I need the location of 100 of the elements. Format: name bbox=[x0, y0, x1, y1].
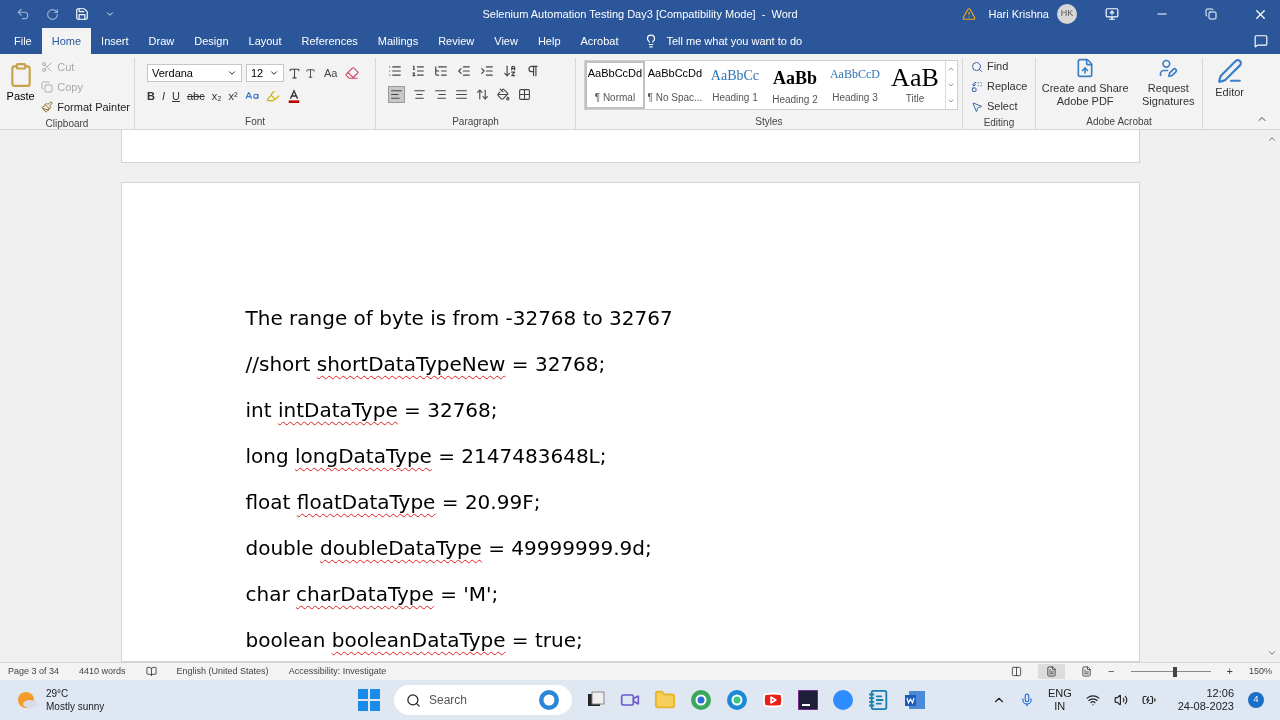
paintbrush-icon[interactable] bbox=[41, 101, 54, 113]
ribbon-tab[interactable]: Draw bbox=[138, 28, 185, 54]
notepad-icon[interactable] bbox=[868, 689, 890, 711]
replace-icon[interactable] bbox=[970, 80, 983, 93]
style-item[interactable]: AaBbCcDd ¶ No Spac... bbox=[644, 61, 705, 109]
ribbon-display-icon[interactable] bbox=[1105, 7, 1119, 21]
ribbon-tab[interactable]: Help bbox=[527, 28, 571, 54]
shrink-font-icon[interactable] bbox=[305, 67, 316, 79]
tell-me-field[interactable]: Tell me what you want to do bbox=[666, 32, 803, 50]
zoom-slider[interactable] bbox=[1130, 666, 1211, 677]
ribbon-tab[interactable]: Design bbox=[184, 28, 239, 54]
document-upload-icon[interactable] bbox=[1075, 58, 1096, 78]
format-button[interactable]: B bbox=[147, 88, 155, 105]
notification-badge[interactable]: 4 bbox=[1248, 692, 1264, 708]
scroll-up-icon[interactable] bbox=[947, 65, 956, 73]
numbering-icon[interactable] bbox=[411, 64, 426, 78]
scroll-down-icon[interactable] bbox=[947, 81, 956, 89]
browser-icon[interactable] bbox=[726, 689, 748, 711]
redo-icon[interactable] bbox=[46, 7, 59, 21]
clock-time[interactable]: 12:06 bbox=[1206, 687, 1234, 700]
start-icon[interactable] bbox=[358, 689, 380, 711]
more-styles-icon[interactable] bbox=[947, 97, 956, 105]
ribbon-tab[interactable]: Home bbox=[41, 28, 92, 54]
zoom-in-button[interactable]: + bbox=[1226, 663, 1233, 680]
align-right-icon[interactable] bbox=[434, 88, 448, 101]
font-name-field[interactable]: Verdana bbox=[147, 64, 242, 82]
pen-icon[interactable] bbox=[1216, 58, 1243, 84]
restore-icon[interactable] bbox=[1205, 8, 1217, 20]
style-item[interactable]: AaBb Heading 2 bbox=[764, 61, 825, 109]
web-layout-icon[interactable] bbox=[1081, 666, 1093, 677]
style-item[interactable]: AaBbCc Heading 1 bbox=[704, 61, 765, 109]
print-layout-button[interactable] bbox=[1038, 664, 1066, 679]
style-item[interactable]: AaBbCcDd ¶ Normal bbox=[584, 61, 645, 109]
sort-icon[interactable] bbox=[503, 64, 518, 78]
ribbon-tab[interactable]: References bbox=[291, 28, 368, 54]
ide-icon[interactable] bbox=[798, 690, 818, 710]
read-mode-icon[interactable] bbox=[1011, 666, 1023, 677]
zoom-out-button[interactable]: − bbox=[1108, 663, 1115, 680]
acrobat-button[interactable]: Create and Share Adobe PDF bbox=[1039, 58, 1131, 113]
clock-date[interactable]: 24-08-2023 bbox=[1177, 700, 1234, 713]
editing-button[interactable]: Select bbox=[970, 98, 1028, 115]
ribbon-tab[interactable]: View bbox=[484, 28, 528, 54]
word-icon[interactable] bbox=[904, 689, 926, 711]
search-icon[interactable] bbox=[406, 692, 421, 708]
browser-icon[interactable] bbox=[690, 689, 712, 711]
word-count[interactable]: 4410 words bbox=[79, 664, 126, 679]
format-button[interactable]: U bbox=[172, 88, 180, 105]
ribbon-tab[interactable]: Mailings bbox=[367, 28, 429, 54]
style-item[interactable]: AaBbCcD Heading 3 bbox=[824, 61, 885, 109]
format-button[interactable]: x² bbox=[228, 88, 238, 105]
save-icon[interactable] bbox=[75, 7, 89, 21]
acrobat-button[interactable]: Request Signatures bbox=[1138, 58, 1199, 113]
ribbon-tab[interactable]: Review bbox=[428, 28, 485, 54]
font-color-icon[interactable] bbox=[286, 89, 301, 104]
ribbon-tab[interactable]: File bbox=[4, 28, 42, 54]
wifi-icon[interactable] bbox=[1085, 693, 1100, 707]
clipboard-button[interactable]: Format Painter bbox=[41, 98, 130, 116]
comments-icon[interactable] bbox=[1254, 34, 1268, 48]
volume-icon[interactable] bbox=[1113, 693, 1128, 707]
pilcrow-icon[interactable] bbox=[526, 64, 541, 78]
font-size-field[interactable]: 12 bbox=[246, 64, 284, 82]
cursor-icon[interactable] bbox=[970, 100, 983, 113]
shading-icon[interactable] bbox=[497, 88, 511, 101]
editing-button[interactable]: Find bbox=[970, 58, 1028, 75]
scroll-down-icon[interactable] bbox=[1267, 648, 1277, 658]
format-button[interactable]: abc bbox=[186, 88, 205, 105]
microphone-icon[interactable] bbox=[1019, 693, 1034, 707]
increase-indent-icon[interactable] bbox=[480, 64, 495, 78]
editor-button[interactable]: Editor bbox=[1215, 58, 1244, 101]
accessibility-status[interactable]: Accessibility: Investigate bbox=[288, 664, 387, 679]
proofing-icon[interactable] bbox=[145, 666, 157, 677]
undo-icon[interactable] bbox=[16, 7, 30, 21]
page-icon[interactable] bbox=[1046, 666, 1058, 677]
eraser-icon[interactable] bbox=[345, 66, 360, 80]
input-region[interactable]: IN bbox=[1054, 700, 1066, 713]
search-field[interactable]: Search bbox=[394, 685, 572, 715]
ribbon-tab[interactable]: Layout bbox=[238, 28, 292, 54]
ribbon-tab[interactable]: Acrobat bbox=[570, 28, 629, 54]
user-avatar[interactable]: HK bbox=[1057, 4, 1077, 24]
ribbon-tab[interactable]: Insert bbox=[91, 28, 139, 54]
battery-icon[interactable] bbox=[1141, 693, 1156, 707]
zoom-thumb[interactable] bbox=[1172, 666, 1177, 677]
decrease-indent-icon[interactable] bbox=[457, 64, 472, 78]
bullets-icon[interactable] bbox=[388, 64, 403, 78]
page-count[interactable]: Page 3 of 34 bbox=[8, 664, 60, 679]
change-case-button[interactable]: Aa bbox=[320, 64, 342, 82]
dropdown-icon[interactable] bbox=[269, 68, 279, 78]
input-language[interactable]: ENG bbox=[1047, 687, 1072, 700]
zoom-level[interactable]: 150% bbox=[1248, 664, 1272, 679]
language-status[interactable]: English (United States) bbox=[176, 664, 269, 679]
multilevel-list-icon[interactable] bbox=[434, 64, 449, 78]
paste-button[interactable]: Paste bbox=[4, 58, 38, 116]
scroll-up-icon[interactable] bbox=[1267, 134, 1277, 144]
borders-icon[interactable] bbox=[518, 88, 532, 101]
dropdown-icon[interactable] bbox=[227, 68, 237, 78]
editing-button[interactable]: Replace bbox=[970, 78, 1028, 95]
format-button[interactable]: x₂ bbox=[211, 88, 222, 105]
warning-icon[interactable] bbox=[962, 7, 977, 21]
style-item[interactable]: AaB Title bbox=[884, 61, 945, 109]
customize-icon[interactable] bbox=[105, 9, 115, 19]
